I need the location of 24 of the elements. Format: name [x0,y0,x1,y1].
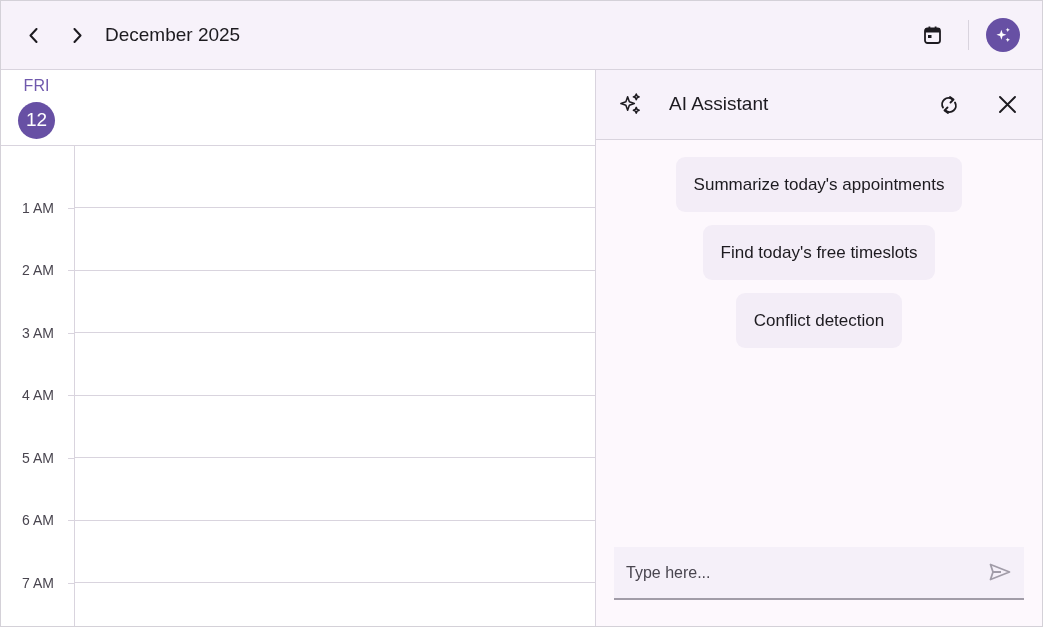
time-label: 7 AM [22,573,54,593]
chevron-right-icon [72,27,82,43]
chevron-left-icon [28,27,38,43]
time-label: 4 AM [22,386,54,406]
refresh-icon [940,94,958,115]
sparkle-icon [994,26,1012,44]
weekday-label: FRI [23,76,50,96]
time-label: 5 AM [22,448,54,468]
suggestion-chip[interactable]: Find today's free timeslots [702,225,936,280]
close-icon [998,96,1016,113]
time-label: 3 AM [22,323,54,343]
ai-assistant-button[interactable] [986,18,1020,52]
suggestion-chip[interactable]: Conflict detection [735,293,903,348]
send-icon [989,563,1011,581]
suggestion-chip[interactable]: Summarize today's appointments [675,157,963,212]
calendar-icon [923,26,941,44]
message-input[interactable]: Type here... [614,547,1024,600]
time-label: 1 AM [22,198,54,218]
time-label: 2 AM [22,261,54,281]
assistant-title: AI Assistant [669,92,769,117]
date-number[interactable]: 12 [18,102,55,139]
time-label: 6 AM [22,511,54,531]
sparkle-icon [619,93,642,116]
month-title[interactable]: December 2025 [105,20,241,50]
